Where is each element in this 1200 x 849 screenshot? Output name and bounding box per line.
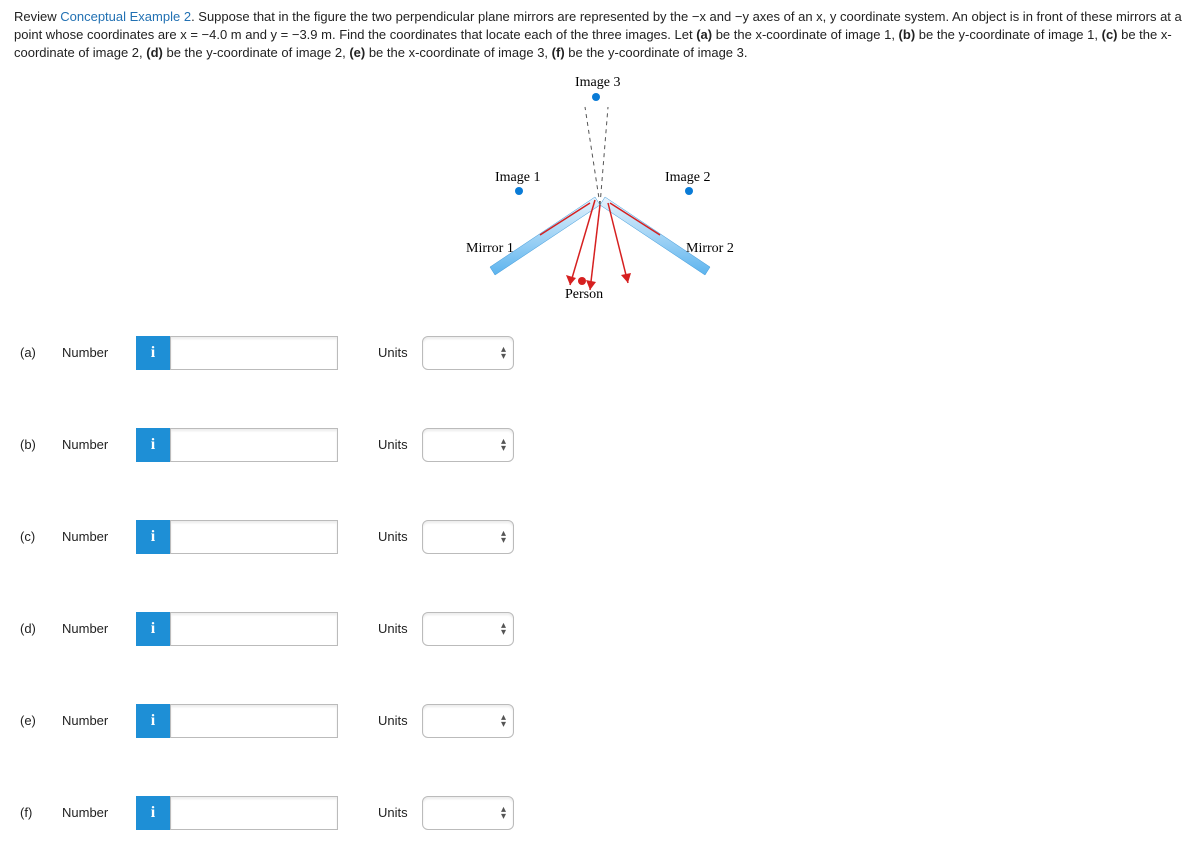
units-select-d[interactable] <box>422 612 514 646</box>
figure-container: Image 3 Image 1 Image 2 Mirror 1 Mirror … <box>14 75 1186 305</box>
number-label: Number <box>62 529 136 544</box>
part-e-bold: (e) <box>349 45 365 60</box>
number-label: Number <box>62 345 136 360</box>
label-image1: Image 1 <box>495 170 540 186</box>
part-c-bold: (c) <box>1102 27 1118 42</box>
part-label: (c) <box>14 529 62 544</box>
units-label: Units <box>378 437 422 452</box>
answer-row-a: (a) Number i Units ▴▾ <box>14 335 1186 371</box>
part-label: (b) <box>14 437 62 452</box>
dot-person <box>578 277 586 285</box>
question-text: Review Conceptual Example 2. Suppose tha… <box>14 8 1186 63</box>
info-button[interactable]: i <box>136 336 170 370</box>
number-label: Number <box>62 437 136 452</box>
units-select-a[interactable] <box>422 336 514 370</box>
label-mirror2: Mirror 2 <box>686 241 734 257</box>
units-label: Units <box>378 805 422 820</box>
answer-row-f: (f) Number i Units ▴▾ <box>14 795 1186 831</box>
question-prefix: Review <box>14 9 60 24</box>
units-select-c[interactable] <box>422 520 514 554</box>
info-button[interactable]: i <box>136 796 170 830</box>
dot-image1 <box>515 187 523 195</box>
label-mirror1: Mirror 1 <box>466 241 514 257</box>
info-button[interactable]: i <box>136 704 170 738</box>
answer-row-d: (d) Number i Units ▴▾ <box>14 611 1186 647</box>
info-button[interactable]: i <box>136 612 170 646</box>
part-f-bold: (f) <box>552 45 565 60</box>
text-d: be the y-coordinate of image 2, <box>163 45 349 60</box>
units-select-f[interactable] <box>422 796 514 830</box>
text-e: be the x-coordinate of image 3, <box>365 45 551 60</box>
units-select-e[interactable] <box>422 704 514 738</box>
units-label: Units <box>378 713 422 728</box>
answer-row-c: (c) Number i Units ▴▾ <box>14 519 1186 555</box>
dot-image3 <box>592 93 600 101</box>
number-input-d[interactable] <box>170 612 338 646</box>
text-f: be the y-coordinate of image 3. <box>565 45 748 60</box>
figure-svg <box>440 75 760 305</box>
number-input-f[interactable] <box>170 796 338 830</box>
label-image3: Image 3 <box>575 75 620 91</box>
units-label: Units <box>378 345 422 360</box>
units-label: Units <box>378 621 422 636</box>
number-input-e[interactable] <box>170 704 338 738</box>
part-b-bold: (b) <box>899 27 916 42</box>
info-button[interactable]: i <box>136 428 170 462</box>
answers-section: (a) Number i Units ▴▾ (b) Number i Units… <box>14 335 1186 831</box>
answer-row-b: (b) Number i Units ▴▾ <box>14 427 1186 463</box>
number-label: Number <box>62 621 136 636</box>
part-a-bold: (a) <box>696 27 712 42</box>
label-image2: Image 2 <box>665 170 710 186</box>
number-input-b[interactable] <box>170 428 338 462</box>
part-label: (f) <box>14 805 62 820</box>
units-select-b[interactable] <box>422 428 514 462</box>
number-input-a[interactable] <box>170 336 338 370</box>
units-label: Units <box>378 529 422 544</box>
number-input-c[interactable] <box>170 520 338 554</box>
info-button[interactable]: i <box>136 520 170 554</box>
part-label: (e) <box>14 713 62 728</box>
conceptual-example-link[interactable]: Conceptual Example 2 <box>60 9 191 24</box>
answer-row-e: (e) Number i Units ▴▾ <box>14 703 1186 739</box>
dot-image2 <box>685 187 693 195</box>
number-label: Number <box>62 713 136 728</box>
text-a: be the x-coordinate of image 1, <box>712 27 898 42</box>
number-label: Number <box>62 805 136 820</box>
text-b: be the y-coordinate of image 1, <box>915 27 1101 42</box>
mirror-figure: Image 3 Image 1 Image 2 Mirror 1 Mirror … <box>440 75 760 305</box>
part-label: (d) <box>14 621 62 636</box>
part-d-bold: (d) <box>146 45 163 60</box>
part-label: (a) <box>14 345 62 360</box>
label-person: Person <box>565 287 603 303</box>
